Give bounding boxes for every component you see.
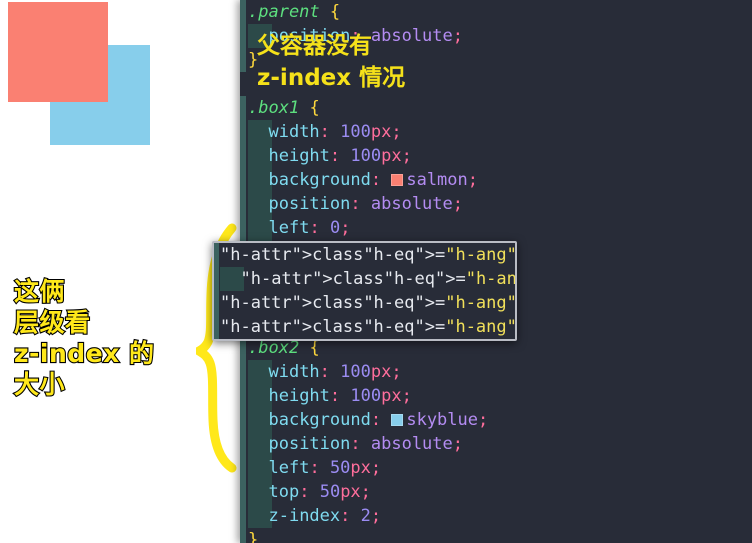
css-line-19[interactable]: position: absolute; bbox=[240, 432, 752, 456]
css-line-17[interactable]: height: 100px; bbox=[240, 384, 752, 408]
css-line-21[interactable]: top: 50px; bbox=[240, 480, 752, 504]
annotation-top-line-2: z-index 情况 bbox=[257, 65, 406, 91]
annotation-left: 这俩 层级看 z-index 的 大小 bbox=[13, 276, 214, 400]
css-line-9[interactable]: position: absolute; bbox=[240, 192, 752, 216]
css-line-20[interactable]: left: 50px; bbox=[240, 456, 752, 480]
screenshot-root: 这俩 层级看 z-index 的 大小 .parent { position: … bbox=[0, 0, 752, 543]
html-code-block[interactable]: "h-attr">class"h-eq">="h-ang"><"h-attr">… bbox=[214, 243, 515, 339]
css-line-18[interactable]: background: skyblue; bbox=[240, 408, 752, 432]
annotation-left-line-4: 大小 bbox=[13, 369, 66, 400]
css-line-6[interactable]: width: 100px; bbox=[240, 120, 752, 144]
css-line-7[interactable]: height: 100px; bbox=[240, 144, 752, 168]
html-line-4[interactable]: "h-attr">class"h-eq">="h-ang"><"h-attr">… bbox=[214, 315, 515, 339]
css-line-22[interactable]: z-index: 2; bbox=[240, 504, 752, 528]
annotation-top-right: 父容器没有 z-index 情况 bbox=[257, 30, 405, 94]
css-line-23[interactable]: } bbox=[240, 528, 752, 543]
css-line-8[interactable]: background: salmon; bbox=[240, 168, 752, 192]
annotation-left-line-2: 层级看 bbox=[13, 307, 91, 338]
html-snippet-popup[interactable]: "h-attr">class"h-eq">="h-ang"><"h-attr">… bbox=[212, 241, 517, 341]
css-line-10[interactable]: left: 0; bbox=[240, 216, 752, 240]
css-line-16[interactable]: width: 100px; bbox=[240, 360, 752, 384]
annotation-left-line-3: z-index 的 bbox=[13, 338, 155, 369]
html-line-1[interactable]: "h-attr">class"h-eq">="h-ang"><"h-attr">… bbox=[214, 243, 515, 267]
annotation-top-line-1: 父容器没有 bbox=[257, 33, 372, 59]
html-line-2[interactable]: "h-attr">class"h-eq">="h-ang"><"h-attr">… bbox=[214, 267, 515, 291]
html-line-3[interactable]: "h-attr">class"h-eq">="h-ang"></"h-attr"… bbox=[214, 291, 515, 315]
demo-preview-area bbox=[0, 0, 240, 543]
annotation-left-line-1: 这俩 bbox=[13, 276, 66, 307]
css-line-5[interactable]: .box1 { bbox=[240, 96, 752, 120]
css-line-1[interactable]: .parent { bbox=[240, 0, 752, 24]
demo-box-box1 bbox=[8, 2, 108, 102]
